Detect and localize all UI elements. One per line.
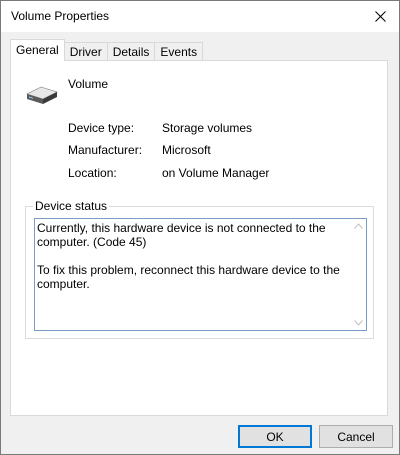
manufacturer-label: Manufacturer: bbox=[68, 143, 143, 157]
drive-icon bbox=[25, 86, 59, 104]
window-title: Volume Properties bbox=[11, 9, 110, 23]
tab-driver[interactable]: Driver bbox=[63, 42, 108, 61]
tab-strip: General Driver Details Events bbox=[10, 39, 204, 61]
device-status-textbox[interactable]: Currently, this hardware device is not c… bbox=[34, 218, 367, 331]
cancel-button[interactable]: Cancel bbox=[319, 425, 393, 448]
device-type-label: Device type: bbox=[68, 121, 135, 135]
tab-general[interactable]: General bbox=[10, 39, 65, 61]
manufacturer-value: Microsoft bbox=[162, 143, 211, 157]
scrollbar[interactable] bbox=[350, 219, 366, 330]
location-value: on Volume Manager bbox=[162, 166, 270, 180]
tab-events[interactable]: Events bbox=[154, 42, 204, 61]
device-status-group: Device status Currently, this hardware d… bbox=[25, 199, 374, 339]
general-tab-panel: Volume Device type: Storage volumes Manu… bbox=[10, 60, 388, 416]
close-icon bbox=[374, 10, 386, 22]
location-label: Location: bbox=[68, 166, 117, 180]
close-button[interactable] bbox=[367, 4, 393, 28]
device-status-legend: Device status bbox=[33, 199, 110, 213]
scroll-down-icon[interactable] bbox=[354, 320, 363, 326]
status-message: Currently, this hardware device is not c… bbox=[37, 221, 326, 249]
device-type-value: Storage volumes bbox=[162, 121, 253, 135]
title-bar: Volume Properties bbox=[1, 1, 399, 32]
scroll-up-icon[interactable] bbox=[354, 223, 363, 229]
ok-button[interactable]: OK bbox=[238, 425, 312, 448]
properties-dialog: Volume Properties General Driver Details… bbox=[0, 0, 400, 455]
tab-details[interactable]: Details bbox=[106, 42, 156, 61]
device-status-text: Currently, this hardware device is not c… bbox=[37, 221, 347, 291]
device-name: Volume bbox=[68, 77, 109, 91]
status-resolution: To fix this problem, reconnect this hard… bbox=[37, 263, 340, 291]
